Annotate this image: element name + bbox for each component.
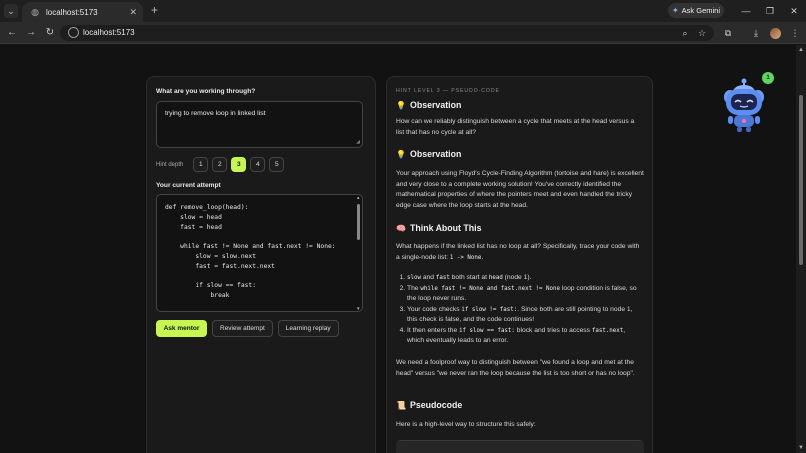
hint-depth-5[interactable]: 5 [269, 157, 285, 172]
browser-toolbar: ← → ↻ localhost:5173 ⌕ ☆ ⧉ ⤓ ⋮ [0, 22, 806, 44]
scroll-down-icon[interactable]: ▼ [798, 445, 804, 451]
pseudocode-title: 📜 Pseudocode [396, 400, 462, 410]
ask-gemini-label: Ask Gemini [681, 6, 721, 15]
hint-depth-4[interactable]: 4 [250, 157, 266, 172]
think-code: 1 -> None [449, 254, 482, 261]
address-url: localhost:5173 [83, 28, 135, 37]
forward-icon[interactable]: → [24, 26, 38, 40]
ask-mentor-button[interactable]: Ask mentor [156, 320, 207, 337]
scroll-icon: 📜 [396, 400, 406, 410]
resize-grip-icon[interactable]: ◢ [356, 139, 360, 145]
brain-icon: 🧠 [396, 223, 406, 233]
observation-1-title: 💡 Observation [396, 100, 461, 110]
hint-level-heading: HINT LEVEL 3 — PSEUDO-CODE [396, 88, 500, 94]
trace-step: It then enters the if slow == fast: bloc… [407, 326, 644, 347]
scroll-up-icon[interactable]: ▲ [798, 47, 804, 53]
globe-icon: ◍ [31, 7, 39, 17]
think-text-a: What happens if the linked list has no l… [396, 243, 640, 261]
gemini-icon: ✦ [671, 6, 679, 15]
problem-text: trying to remove loop in linked list [165, 110, 266, 117]
observation-1-heading: Observation [410, 100, 462, 110]
attempt-label: Your current attempt [156, 182, 221, 189]
action-buttons: Ask mentor Review attempt Learning repla… [156, 320, 339, 337]
hint-depth-1[interactable]: 1 [193, 157, 209, 172]
profile-avatar[interactable] [770, 28, 781, 39]
tab-search-button[interactable]: ⌄ [4, 4, 18, 18]
restore-icon[interactable]: ❐ [763, 4, 777, 18]
hint-depth-3[interactable]: 3 [231, 157, 247, 172]
tab-title: localhost:5173 [46, 7, 98, 17]
code-editor[interactable]: def remove_loop(head): slow = head fast … [156, 194, 363, 312]
observation-1-text: How can we reliably distinguish between … [396, 118, 635, 136]
page-scrollbar[interactable]: ▲ ▼ [796, 45, 806, 453]
observation-2-title: 💡 Observation [396, 149, 461, 159]
think-about-this-text: What happens if the linked list has no l… [396, 242, 644, 263]
conclusion-text: We need a foolproof way to distinguish b… [396, 359, 635, 377]
mentor-robot-mascot[interactable] [720, 77, 768, 133]
browser-tab[interactable]: ◍ localhost:5173 ✕ [22, 2, 143, 22]
close-icon[interactable]: ✕ [129, 7, 137, 18]
site-info-icon[interactable] [68, 27, 79, 38]
ask-gemini-button[interactable]: ✦ Ask Gemini [668, 3, 724, 18]
think-text-b: . [481, 253, 484, 261]
reload-icon[interactable]: ↻ [43, 26, 57, 40]
trace-steps-list: slow and fast both start at head (node 1… [407, 273, 644, 347]
problem-label: What are you working through? [156, 88, 256, 95]
hint-response-panel: HINT LEVEL 3 — PSEUDO-CODE 💡 Observation… [386, 76, 653, 453]
think-about-this-heading: Think About This [410, 223, 482, 233]
trace-step: The while fast != None and fast.next != … [407, 284, 644, 305]
hint-depth-label: Hint depth [156, 161, 184, 168]
back-icon[interactable]: ← [5, 26, 19, 40]
lightbulb-icon: 💡 [396, 100, 406, 110]
hint-depth-2[interactable]: 2 [212, 157, 228, 172]
browser-tabstrip: ⌄ ◍ localhost:5173 ✕ + ✦ Ask Gemini — ❐ … [0, 0, 806, 22]
problem-textarea[interactable]: trying to remove loop in linked list ◢ [156, 101, 363, 148]
lightbulb-icon: 💡 [396, 149, 406, 159]
bookmark-star-icon[interactable]: ☆ [697, 28, 707, 38]
trace-step: Your code checks if slow != fast:. Since… [407, 305, 644, 326]
hint-depth-selector: Hint depth 1 2 3 4 5 [156, 157, 285, 172]
address-bar[interactable]: localhost:5173 ⌕ ☆ [60, 25, 714, 41]
zoom-icon[interactable]: ⌕ [680, 28, 690, 38]
scroll-down-icon[interactable]: ▼ [356, 306, 360, 311]
review-attempt-button[interactable]: Review attempt [212, 320, 273, 337]
new-tab-button[interactable]: + [148, 4, 161, 17]
think-about-this-title: 🧠 Think About This [396, 223, 482, 233]
scroll-up-icon[interactable]: ▲ [356, 195, 360, 200]
code-scroll-thumb[interactable] [357, 204, 360, 240]
observation-2-text: Your approach using Floyd's Cycle-Findin… [396, 170, 644, 209]
notification-badge: 1 [762, 72, 774, 84]
trace-step: slow and fast both start at head (node 1… [407, 273, 644, 284]
page-scroll-thumb[interactable] [799, 95, 803, 265]
code-scrollbar[interactable]: ▲ ▼ [356, 195, 361, 311]
code-text: def remove_loop(head): slow = head fast … [165, 204, 336, 300]
window-close-icon[interactable]: ✕ [787, 4, 801, 18]
menu-kebab-icon[interactable]: ⋮ [789, 27, 801, 39]
page-content: What are you working through? trying to … [0, 45, 796, 453]
pseudocode-intro: Here is a high-level way to structure th… [396, 421, 536, 428]
learning-replay-button[interactable]: Learning replay [277, 320, 339, 337]
pseudocode-heading: Pseudocode [410, 400, 463, 410]
observation-2-heading: Observation [410, 149, 462, 159]
robot-icon [724, 78, 764, 132]
extensions-icon[interactable]: ⧉ [722, 27, 734, 39]
minimize-icon[interactable]: — [739, 4, 753, 18]
mentor-input-panel: What are you working through? trying to … [146, 76, 376, 453]
download-icon[interactable]: ⤓ [750, 27, 762, 39]
pseudocode-block [396, 440, 644, 453]
